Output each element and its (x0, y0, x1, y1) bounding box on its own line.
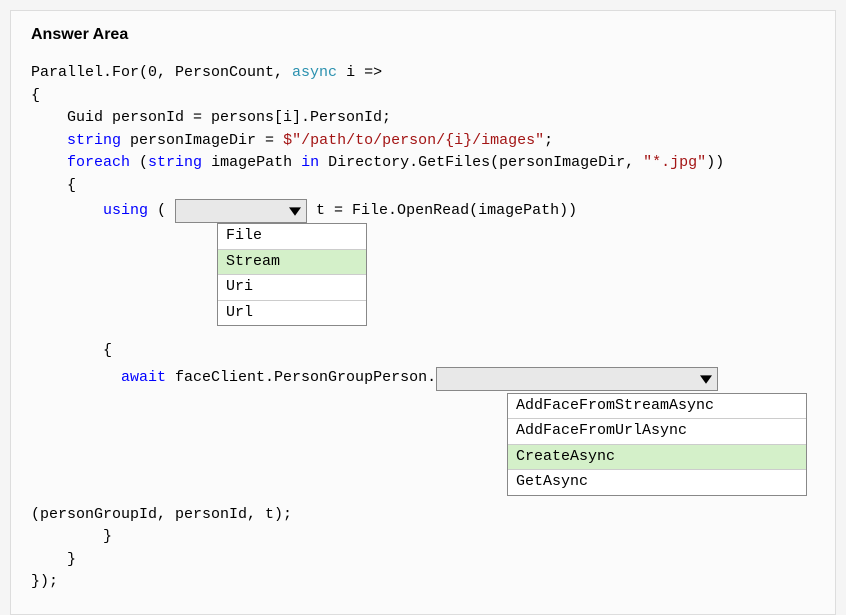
code-text: t = File.OpenRead(imagePath)) (307, 200, 577, 223)
code-text: ( (130, 154, 148, 171)
code-text: ; (544, 132, 553, 149)
method-dropdown-options: AddFaceFromStreamAsync AddFaceFromUrlAsy… (507, 393, 807, 496)
code-line: { (31, 175, 815, 198)
chevron-down-icon (697, 370, 715, 388)
keyword-async: async (292, 64, 337, 81)
code-text: )) (706, 154, 724, 171)
dropdown-option-addfacefromstream[interactable]: AddFaceFromStreamAsync (508, 394, 806, 420)
code-text: Directory.GetFiles(personImageDir, (319, 154, 643, 171)
dropdown-option-file[interactable]: File (218, 224, 366, 250)
code-line: { (31, 340, 815, 363)
code-text (31, 132, 67, 149)
code-text (31, 154, 67, 171)
method-dropdown[interactable] (436, 367, 718, 391)
code-line: string personImageDir = $"/path/to/perso… (31, 130, 815, 153)
code-line: Parallel.For(0, PersonCount, async i => (31, 62, 815, 85)
code-line: }); (31, 571, 815, 594)
code-line: } (31, 549, 815, 572)
keyword-using: using (103, 202, 148, 219)
keyword-in: in (301, 154, 319, 171)
dropdown-option-getasync[interactable]: GetAsync (508, 470, 806, 495)
code-text: personImageDir = (121, 132, 283, 149)
code-text: Parallel.For(0, PersonCount, (31, 64, 292, 81)
code-line: foreach (string imagePath in Directory.G… (31, 152, 815, 175)
code-text: i => (337, 64, 382, 81)
answer-area-panel: Answer Area Parallel.For(0, PersonCount,… (10, 10, 836, 615)
dropdown-option-stream[interactable]: Stream (218, 250, 366, 276)
dropdown-option-createasync[interactable]: CreateAsync (508, 445, 806, 471)
code-text: imagePath (202, 154, 301, 171)
panel-title: Answer Area (31, 26, 815, 44)
code-text: using ( (31, 200, 175, 223)
code-line: } (31, 526, 815, 549)
code-block: Parallel.For(0, PersonCount, async i => … (31, 62, 815, 594)
keyword-foreach: foreach (67, 154, 130, 171)
code-text: await faceClient.PersonGroupPerson. (31, 367, 436, 390)
keyword-string: string (148, 154, 202, 171)
keyword-string: string (67, 132, 121, 149)
code-line: (personGroupId, personId, t); (31, 504, 815, 527)
string-literal: "*.jpg" (643, 154, 706, 171)
code-line: Guid personId = persons[i].PersonId; (31, 107, 815, 130)
keyword-await: await (121, 369, 166, 386)
code-line-dropdown-2: await faceClient.PersonGroupPerson. (31, 367, 815, 391)
code-line-dropdown-1: using ( t = File.OpenRead(imagePath)) (31, 199, 815, 223)
code-line: { (31, 85, 815, 108)
string-literal: $"/path/to/person/{i}/images" (283, 132, 544, 149)
chevron-down-icon (286, 202, 304, 220)
dropdown-option-uri[interactable]: Uri (218, 275, 366, 301)
type-dropdown[interactable] (175, 199, 307, 223)
dropdown-option-addfacefromurl[interactable]: AddFaceFromUrlAsync (508, 419, 806, 445)
type-dropdown-options: File Stream Uri Url (217, 223, 367, 326)
dropdown-option-url[interactable]: Url (218, 301, 366, 326)
